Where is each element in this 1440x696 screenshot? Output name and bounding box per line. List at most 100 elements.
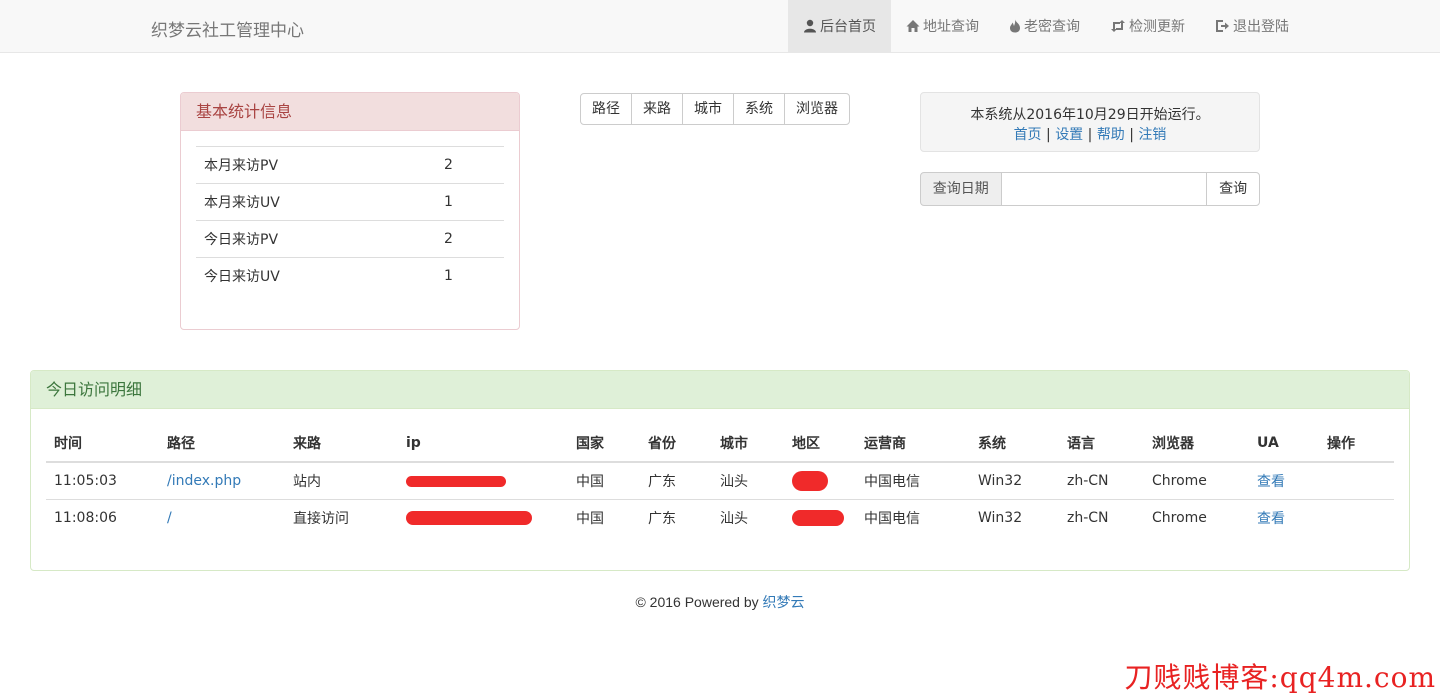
nav-item-label: 退出登陆 bbox=[1233, 19, 1289, 35]
cell-referrer: 直接访问 bbox=[285, 499, 398, 536]
stat-value: 2 bbox=[436, 220, 504, 258]
cell-time: 11:08:06 bbox=[46, 499, 159, 536]
stat-label: 今日来访PV bbox=[196, 220, 436, 258]
cell-region bbox=[784, 462, 856, 500]
cell-ip bbox=[398, 462, 568, 500]
filter-os-button[interactable]: 系统 bbox=[733, 93, 785, 125]
query-date-label: 查询日期 bbox=[920, 172, 1002, 206]
filter-city-button[interactable]: 城市 bbox=[682, 93, 734, 125]
system-info-box: 本系统从2016年10月29日开始运行。 首页 | 设置 | 帮助 | 注销 bbox=[920, 92, 1260, 152]
nav-item-check-update[interactable]: 检测更新 bbox=[1095, 0, 1200, 52]
stat-value: 1 bbox=[436, 257, 504, 294]
stats-panel-title: 基本统计信息 bbox=[181, 93, 519, 131]
redaction-mark bbox=[406, 511, 532, 525]
cell-referrer: 站内 bbox=[293, 474, 321, 490]
link-home[interactable]: 首页 bbox=[1014, 127, 1042, 143]
link-help[interactable]: 帮助 bbox=[1097, 127, 1125, 143]
table-row: 今日来访UV 1 bbox=[196, 257, 504, 294]
system-info-text: 本系统从2016年10月29日开始运行。 bbox=[970, 107, 1210, 123]
col-header-ip: ip bbox=[398, 425, 568, 463]
view-ua-link[interactable]: 查看 bbox=[1257, 474, 1285, 490]
col-header-city: 城市 bbox=[712, 425, 784, 463]
redaction-mark bbox=[406, 475, 506, 487]
col-header-province: 省份 bbox=[640, 425, 712, 463]
cell-action bbox=[1319, 499, 1394, 536]
stat-value: 2 bbox=[436, 146, 504, 184]
visit-detail-panel: 今日访问明细 时间 路径 来路 ip 国家 省份 城市 地区 运营商 系统 语言… bbox=[30, 370, 1410, 571]
nav-item-label: 检测更新 bbox=[1129, 19, 1185, 35]
nav-item-address-query[interactable]: 地址查询 bbox=[891, 0, 994, 52]
cell-ip bbox=[398, 499, 568, 536]
table-row: 11:08:06 / 直接访问 中国 广东 汕头 中国电信 Win32 zh-C… bbox=[46, 499, 1394, 536]
filter-referrer-button[interactable]: 来路 bbox=[631, 93, 683, 125]
visit-detail-title: 今日访问明细 bbox=[31, 371, 1409, 409]
col-header-time: 时间 bbox=[46, 425, 159, 463]
cell-os: Win32 bbox=[978, 473, 1023, 489]
view-ua-link[interactable]: 查看 bbox=[1257, 511, 1285, 527]
table-row: 本月来访PV 2 bbox=[196, 146, 504, 184]
footer: © 2016 Powered by 织梦云 bbox=[0, 592, 1440, 612]
nav-item-password-query[interactable]: 老密查询 bbox=[994, 0, 1095, 52]
cell-path-link[interactable]: / bbox=[167, 510, 172, 526]
cell-province: 广东 bbox=[648, 474, 676, 490]
col-header-lang: 语言 bbox=[1059, 425, 1144, 463]
nav-item-label: 地址查询 bbox=[923, 19, 979, 35]
col-header-region: 地区 bbox=[784, 425, 856, 463]
cell-lang: zh-CN bbox=[1067, 473, 1109, 489]
cell-time: 11:05:03 bbox=[54, 473, 117, 489]
filter-path-button[interactable]: 路径 bbox=[580, 93, 632, 125]
query-date-input[interactable] bbox=[1001, 172, 1207, 206]
system-info-links: 首页 | 设置 | 帮助 | 注销 bbox=[921, 124, 1259, 144]
stat-label: 本月来访PV bbox=[196, 146, 436, 184]
fire-icon bbox=[1010, 19, 1020, 33]
link-logout[interactable]: 注销 bbox=[1138, 127, 1166, 143]
cell-isp: 中国电信 bbox=[864, 474, 920, 490]
nav-menu: 后台首页 地址查询 老密查询 检测更新 退出登陆 bbox=[788, 0, 1304, 52]
cell-lang: zh-CN bbox=[1059, 499, 1144, 536]
col-header-os: 系统 bbox=[970, 425, 1059, 463]
nav-item-dashboard[interactable]: 后台首页 bbox=[788, 0, 891, 52]
cell-path-link[interactable]: /index.php bbox=[167, 473, 241, 489]
cell-province: 广东 bbox=[640, 499, 712, 536]
table-row: 11:05:03 /index.php 站内 中国 广东 汕头 中国电信 Win… bbox=[46, 462, 1394, 500]
footer-link[interactable]: 织梦云 bbox=[763, 594, 805, 610]
redaction-mark bbox=[792, 471, 828, 491]
cell-isp: 中国电信 bbox=[856, 499, 970, 536]
separator: | bbox=[1046, 127, 1051, 143]
cell-city: 汕头 bbox=[712, 499, 784, 536]
nav-item-label: 老密查询 bbox=[1024, 19, 1080, 35]
stats-panel: 基本统计信息 本月来访PV 2 本月来访UV 1 今日来访PV 2 今日来访UV… bbox=[180, 92, 520, 330]
cell-browser: Chrome bbox=[1144, 499, 1249, 536]
retweet-icon bbox=[1111, 20, 1125, 32]
col-header-browser: 浏览器 bbox=[1144, 425, 1249, 463]
col-header-isp: 运营商 bbox=[856, 425, 970, 463]
table-header-row: 时间 路径 来路 ip 国家 省份 城市 地区 运营商 系统 语言 浏览器 UA… bbox=[46, 425, 1394, 463]
filter-button-group: 路径 来路 城市 系统 浏览器 bbox=[580, 93, 850, 125]
col-header-ua: UA bbox=[1249, 425, 1319, 463]
col-header-action: 操作 bbox=[1319, 425, 1394, 463]
cell-country: 中国 bbox=[576, 474, 604, 490]
nav-item-logout[interactable]: 退出登陆 bbox=[1200, 0, 1304, 52]
brand-title[interactable]: 织梦云社工管理中心 bbox=[151, 16, 304, 41]
separator: | bbox=[1129, 127, 1134, 143]
stat-value: 1 bbox=[436, 183, 504, 221]
stat-label: 本月来访UV bbox=[196, 183, 436, 221]
watermark: 刀贱贱博客:qq4m.com bbox=[1124, 661, 1436, 694]
navbar: 织梦云社工管理中心 后台首页 地址查询 老密查询 检测更新 退出登陆 bbox=[0, 0, 1440, 53]
cell-os: Win32 bbox=[970, 499, 1059, 536]
nav-item-label: 后台首页 bbox=[820, 19, 876, 35]
cell-region bbox=[784, 499, 856, 536]
user-icon bbox=[804, 19, 816, 33]
col-header-referrer: 来路 bbox=[285, 425, 398, 463]
stat-label: 今日来访UV bbox=[196, 257, 436, 294]
cell-browser: Chrome bbox=[1152, 473, 1207, 489]
query-button[interactable]: 查询 bbox=[1206, 172, 1260, 206]
separator: | bbox=[1087, 127, 1093, 143]
home-icon bbox=[906, 20, 920, 32]
logout-icon bbox=[1216, 20, 1229, 32]
filter-browser-button[interactable]: 浏览器 bbox=[784, 93, 850, 125]
cell-action bbox=[1319, 462, 1394, 500]
col-header-path: 路径 bbox=[159, 425, 285, 463]
stats-table: 本月来访PV 2 本月来访UV 1 今日来访PV 2 今日来访UV 1 bbox=[196, 146, 504, 294]
link-settings[interactable]: 设置 bbox=[1055, 127, 1083, 143]
